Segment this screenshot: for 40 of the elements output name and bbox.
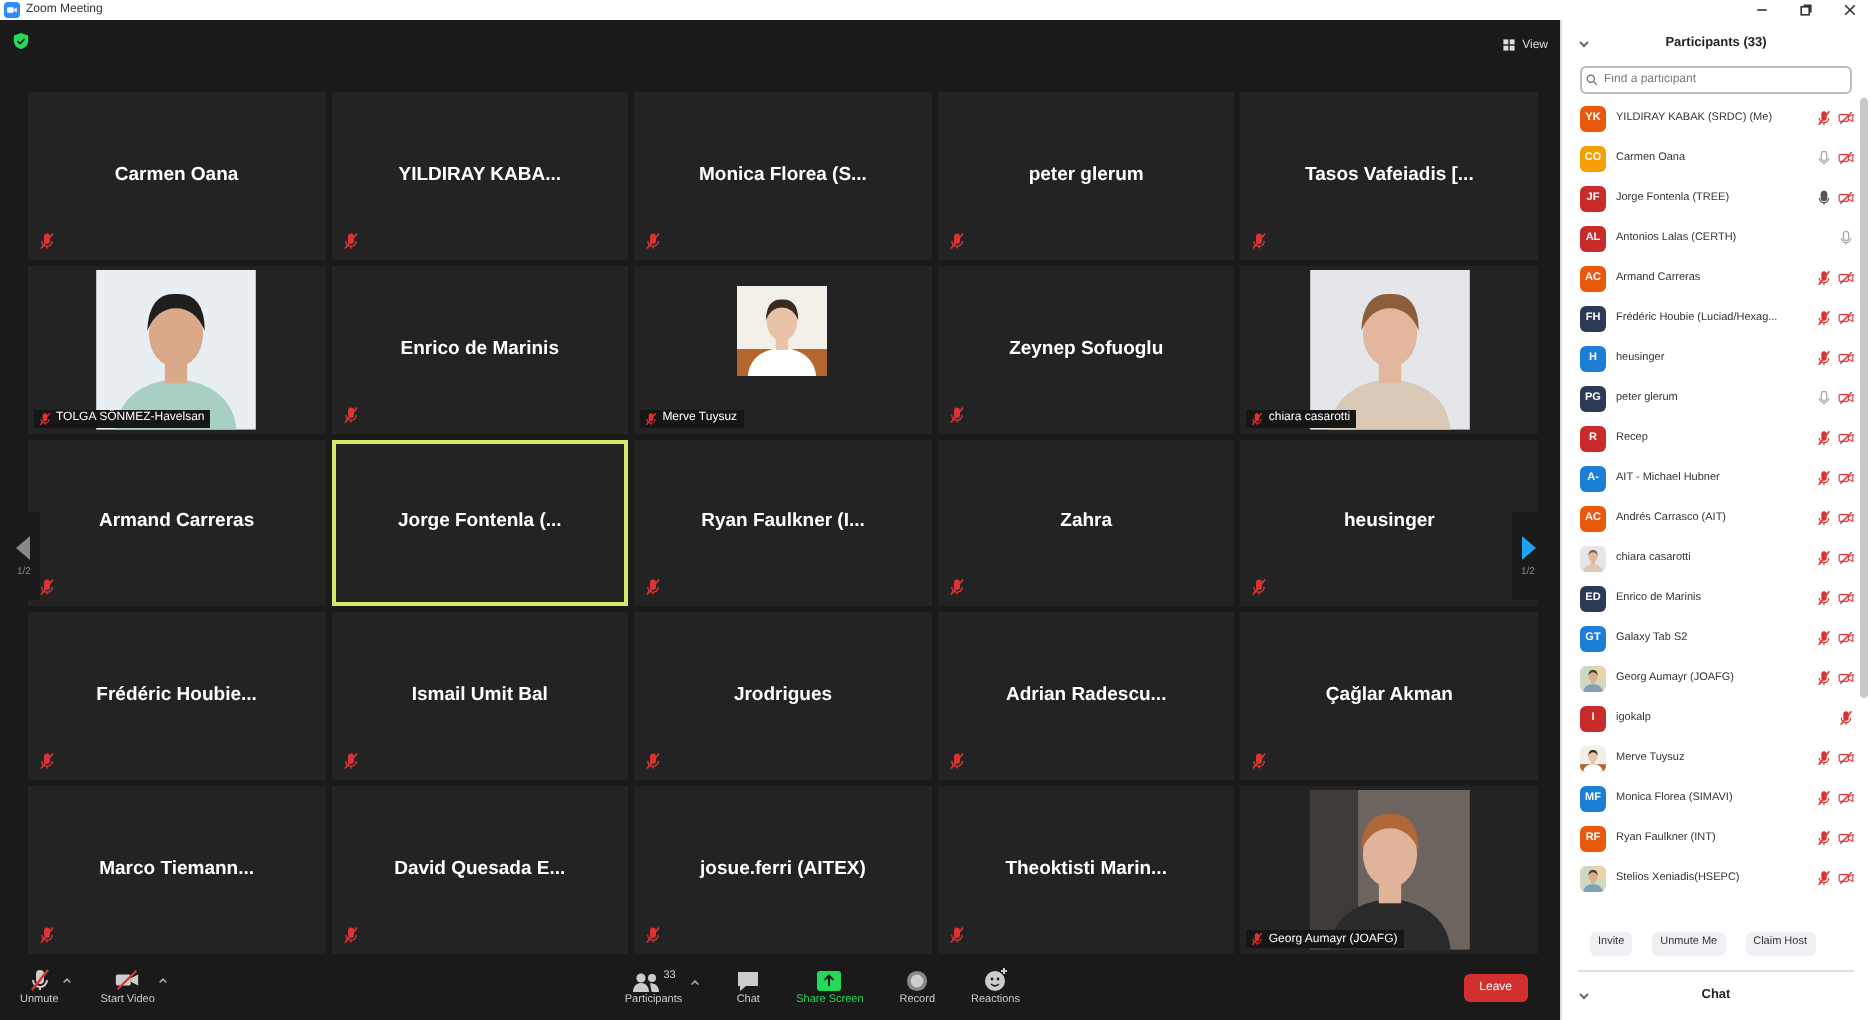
- security-shield-icon[interactable]: [12, 32, 30, 50]
- participant-name: David Quesada E...: [394, 855, 566, 884]
- participant-name: Adrian Radescu...: [1005, 682, 1167, 711]
- participant-name: Carmen Oana: [114, 161, 239, 190]
- participant-name: Tasos Vafeiadis [...: [1305, 161, 1474, 190]
- participant-name: Zeynep Sofuoglu: [1009, 335, 1164, 364]
- participant-name: Enrico de Marinis: [400, 335, 559, 364]
- muted-mic-icon: [27, 967, 52, 992]
- participant-name: Ismail Umit Bal: [411, 682, 548, 711]
- participant-name: Armand Carreras: [98, 508, 255, 537]
- participant-name: YILDIRAY KABA...: [398, 161, 562, 190]
- participant-name: Monica Florea (S...: [699, 161, 867, 190]
- participant-name: Jrodrigues: [733, 682, 833, 711]
- participant-name: Theoktisti Marin...: [1005, 855, 1167, 884]
- participant-name: Jorge Fontenla (...: [397, 508, 562, 537]
- left-arrow-icon: [16, 535, 32, 559]
- participant-name: peter glerum: [1028, 161, 1144, 190]
- caret-icon[interactable]: [690, 977, 701, 985]
- participant-name: josue.ferri (AITEX): [700, 855, 866, 884]
- participant-name: Zahra: [1060, 508, 1113, 537]
- participant-name: Çağlar Akman: [1325, 682, 1453, 711]
- grid-icon: [1502, 38, 1517, 52]
- chat-icon: [736, 969, 761, 992]
- camera-off-icon: [114, 967, 141, 992]
- collapse-caret-icon[interactable]: [1578, 992, 1590, 1000]
- participant-name: heusinger: [1343, 508, 1435, 537]
- right-arrow-icon: [1520, 535, 1536, 559]
- participant-name: Frédéric Houbie...: [96, 682, 257, 711]
- collapse-caret-icon[interactable]: [1578, 39, 1590, 47]
- participant-name: Ryan Faulkner (I...: [701, 508, 865, 537]
- participant-name: Marco Tiemann...: [99, 855, 255, 884]
- share-screen-icon: [816, 969, 843, 992]
- caret-icon[interactable]: [158, 975, 169, 983]
- smiley-icon: [983, 967, 1008, 992]
- caret-icon[interactable]: [62, 975, 73, 983]
- restore-icon[interactable]: [1798, 2, 1814, 18]
- search-icon: [1586, 74, 1598, 86]
- people-icon: [631, 971, 660, 992]
- record-icon: [906, 969, 929, 992]
- close-icon[interactable]: [1842, 2, 1858, 18]
